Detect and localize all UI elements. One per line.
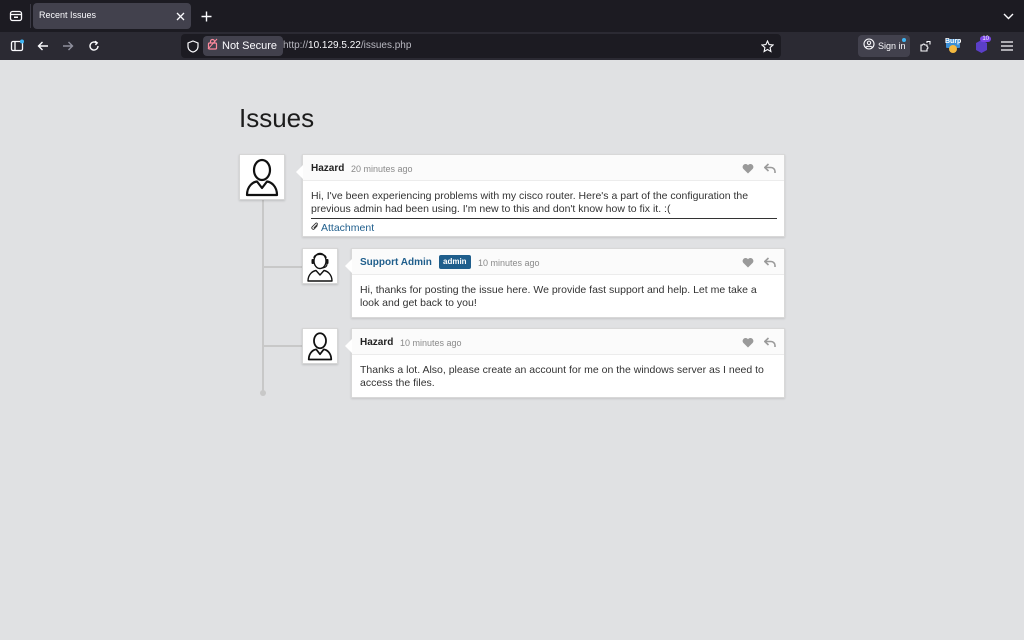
url-path: /issues.php <box>360 40 412 51</box>
reply-icon[interactable] <box>763 335 776 353</box>
sign-in-button[interactable]: Sign in <box>858 35 910 57</box>
timeline-branch <box>262 266 302 268</box>
avatar-user <box>302 328 338 364</box>
url-scheme: http:// <box>283 40 309 51</box>
paperclip-icon <box>311 222 319 235</box>
not-secure-label: Not Secure <box>222 40 278 52</box>
reload-icon[interactable] <box>84 36 104 56</box>
comment-card: Hazard 10 minutes ago Thanks a lot. Also… <box>345 328 785 398</box>
admin-badge: admin <box>439 255 471 269</box>
comment-author[interactable]: Hazard <box>311 163 344 174</box>
heart-icon[interactable] <box>742 161 754 179</box>
comment-body: Hi, thanks for posting the issue here. W… <box>352 275 784 310</box>
bookmark-star-icon[interactable] <box>759 38 775 54</box>
comment-text: Hi, thanks for posting the issue here. W… <box>360 284 757 309</box>
comment-header: Support Admin admin 10 minutes ago <box>352 249 784 275</box>
tab-list-icon[interactable] <box>6 6 26 26</box>
sidebar-icon[interactable] <box>7 36 27 56</box>
comment-actions <box>742 255 776 273</box>
close-icon[interactable] <box>173 9 187 23</box>
hamburger-menu-icon[interactable] <box>997 36 1017 56</box>
comment-author[interactable]: Support Admin <box>360 257 432 268</box>
comment-time: 20 minutes ago <box>351 164 413 174</box>
avatar-support-admin <box>302 248 338 284</box>
comment-actions <box>742 335 776 353</box>
comment-time: 10 minutes ago <box>478 258 540 268</box>
attachment-label: Attachment <box>321 222 375 234</box>
unlocked-lock-icon <box>207 37 218 55</box>
account-icon <box>863 37 875 55</box>
chevron-down-icon[interactable] <box>1000 8 1016 24</box>
attachment-rule <box>311 218 777 219</box>
comment-time: 10 minutes ago <box>400 338 462 348</box>
comment-author[interactable]: Hazard <box>360 337 393 348</box>
tab-divider <box>30 4 31 28</box>
nav-bar: Not Secure http://10.129.5.22/issues.php… <box>0 32 1024 60</box>
comment-header: Hazard 10 minutes ago <box>352 329 784 355</box>
comment-card: Support Admin admin 10 minutes ago Hi, t… <box>345 248 785 318</box>
comment-body: Hi, I've been experiencing problems with… <box>303 181 784 235</box>
tab-recent-issues[interactable]: Recent Issues <box>33 3 191 29</box>
extensions-puzzle-icon[interactable] <box>915 36 935 56</box>
burp-label: Burp <box>945 38 962 45</box>
tab-title: Recent Issues <box>39 10 97 20</box>
purple-extension-icon[interactable]: 10 <box>971 36 991 56</box>
timeline-line <box>262 200 264 392</box>
burp-extension-icon[interactable]: Burp <box>943 36 963 56</box>
forward-arrow-icon[interactable] <box>58 36 78 56</box>
url-bar[interactable]: Not Secure http://10.129.5.22/issues.php <box>181 34 781 58</box>
shield-icon[interactable] <box>185 38 201 54</box>
avatar-user <box>239 154 285 200</box>
comment-header: Hazard 20 minutes ago <box>303 155 784 181</box>
comment-body: Thanks a lot. Also, please create an acc… <box>352 355 784 390</box>
timeline-end-dot <box>260 390 266 396</box>
notification-dot <box>902 38 906 42</box>
heart-icon[interactable] <box>742 255 754 273</box>
user-silhouette-icon <box>245 158 279 197</box>
not-secure-badge[interactable]: Not Secure <box>203 36 284 56</box>
new-tab-plus-icon[interactable] <box>197 7 215 25</box>
heart-icon[interactable] <box>742 335 754 353</box>
comment-text: Thanks a lot. Also, please create an acc… <box>360 364 764 389</box>
reply-icon[interactable] <box>763 255 776 273</box>
comment-card: Hazard 20 minutes ago Hi, I've been expe… <box>296 154 785 237</box>
url-host: 10.129.5.22 <box>308 40 361 51</box>
extension-count-badge: 10 <box>980 36 991 42</box>
attachment-link[interactable]: Attachment <box>311 222 775 235</box>
page-title: Issues <box>239 103 315 133</box>
url-text[interactable]: http://10.129.5.22/issues.php <box>283 40 411 51</box>
comment-actions <box>742 161 776 179</box>
user-silhouette-icon <box>307 332 333 361</box>
tab-bar: Recent Issues <box>0 0 1024 32</box>
sign-in-label: Sign in <box>878 41 906 51</box>
back-arrow-icon[interactable] <box>33 36 53 56</box>
reply-icon[interactable] <box>763 161 776 179</box>
headset-agent-icon <box>307 252 333 282</box>
timeline-branch <box>262 345 302 347</box>
comment-text: Hi, I've been experiencing problems with… <box>311 190 749 215</box>
